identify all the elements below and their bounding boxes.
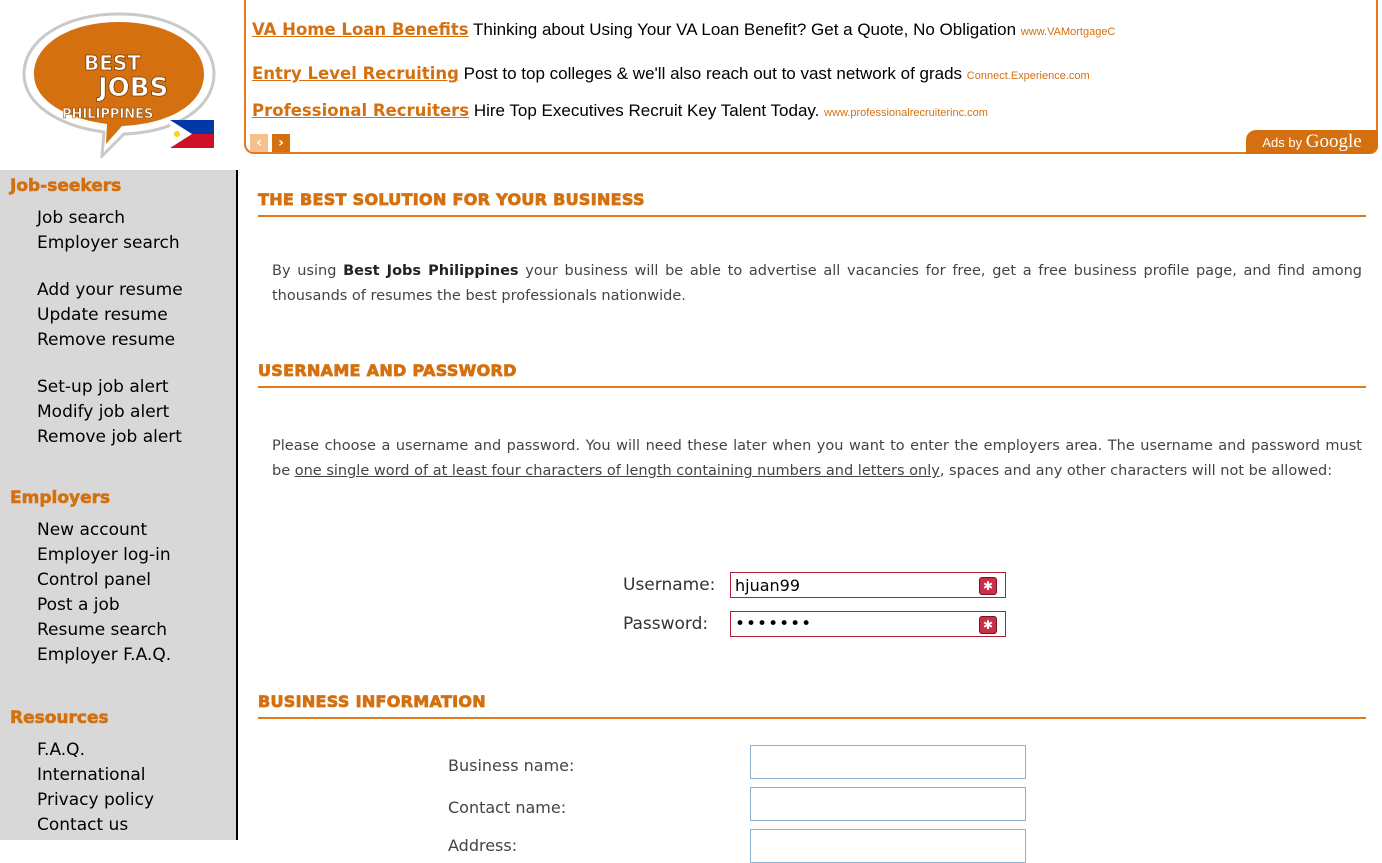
ad-title-link[interactable]: Entry Level Recruiting [252,64,459,83]
ads-by-label: Ads by [1262,135,1303,150]
sidebar-link-contact-us[interactable]: Contact us [37,815,128,835]
section-heading-business-information: BUSINESS INFORMATION [258,692,1366,719]
sidebar-link-employer-faq[interactable]: Employer F.A.Q. [37,645,171,665]
business-name-label: Business name: [448,756,575,775]
ad-next-button[interactable]: › [272,134,290,152]
sidebar-link-remove-job-alert[interactable]: Remove job alert [37,427,182,447]
sidebar-link-privacy-policy[interactable]: Privacy policy [37,790,154,810]
sidebar-link-modify-job-alert[interactable]: Modify job alert [37,402,169,422]
credentials-rule: one single word of at least four charact… [294,463,940,479]
sidebar-link-new-account[interactable]: New account [37,520,147,540]
username-error-icon: ✱ [979,577,997,595]
sidebar-link-setup-job-alert[interactable]: Set-up job alert [37,377,169,397]
intro-paragraph: By using Best Jobs Philippines your busi… [272,263,1362,304]
sidebar-heading-resources: Resources [10,708,109,729]
section-heading-username-password: USERNAME AND PASSWORD [258,361,1366,388]
ad-title-link[interactable]: VA Home Loan Benefits [252,20,469,39]
sidebar-link-update-resume[interactable]: Update resume [37,305,168,325]
sidebar-link-employer-search[interactable]: Employer search [37,233,180,253]
ad-description: Thinking about Using Your VA Loan Benefi… [472,20,1017,39]
ad-url-link[interactable]: www.professionalrecruiterinc.com [824,107,988,119]
logo-text-best: BEST [84,51,141,75]
ad-banner: VA Home Loan Benefits Thinking about Usi… [244,0,1378,154]
ad-previous-button[interactable]: ‹ [250,134,268,152]
sidebar-link-post-job[interactable]: Post a job [37,595,120,615]
sidebar-link-resume-search[interactable]: Resume search [37,620,167,640]
sidebar-link-faq[interactable]: F.A.Q. [37,740,85,760]
password-label: Password: [623,614,709,634]
sidebar-heading-jobseekers: Job-seekers [10,176,122,197]
contact-name-input[interactable] [750,787,1026,821]
credentials-instructions: Please choose a username and password. Y… [272,438,1362,479]
google-label: Google [1305,131,1362,152]
sidebar-link-employer-login[interactable]: Employer log-in [37,545,171,565]
ad-item[interactable]: VA Home Loan Benefits Thinking about Usi… [252,20,1115,40]
username-label: Username: [623,575,716,595]
contact-name-label: Contact name: [448,798,567,817]
philippines-flag-icon [170,120,214,148]
ad-title-link[interactable]: Professional Recruiters [252,101,469,120]
business-name-input[interactable] [750,745,1026,779]
ad-item[interactable]: Entry Level Recruiting Post to top colle… [252,64,1090,84]
ad-url-link[interactable]: Connect.Experience.com [967,70,1090,82]
site-logo[interactable]: BEST JOBS PHILIPPINES [14,8,224,160]
sidebar-link-remove-resume[interactable]: Remove resume [37,330,175,350]
sidebar-link-international[interactable]: International [37,765,146,785]
username-input[interactable] [730,572,1006,598]
password-input[interactable]: ••••••• [730,611,1006,637]
brand-name: Best Jobs Philippines [343,263,519,279]
sidebar-heading-employers: Employers [10,488,111,509]
ad-url-link[interactable]: www.VAMortgageC [1021,26,1116,38]
logo-text-jobs: JOBS [96,73,168,103]
section-heading-best-solution: THE BEST SOLUTION FOR YOUR BUSINESS [258,190,1366,217]
password-error-icon: ✱ [979,616,997,634]
ad-description: Post to top colleges & we'll also reach … [463,64,963,83]
ad-item[interactable]: Professional Recruiters Hire Top Executi… [252,101,988,121]
sidebar-link-job-search[interactable]: Job search [37,208,125,228]
address-input[interactable] [750,829,1026,863]
ads-by-google-badge[interactable]: Ads by Google [1246,130,1378,154]
logo-text-philippines: PHILIPPINES [62,107,153,122]
sidebar-nav: Job-seekers Job search Employer search A… [0,170,238,840]
sidebar-link-control-panel[interactable]: Control panel [37,570,151,590]
ad-description: Hire Top Executives Recruit Key Talent T… [473,101,820,120]
sidebar-link-add-resume[interactable]: Add your resume [37,280,183,300]
address-label: Address: [448,836,518,855]
